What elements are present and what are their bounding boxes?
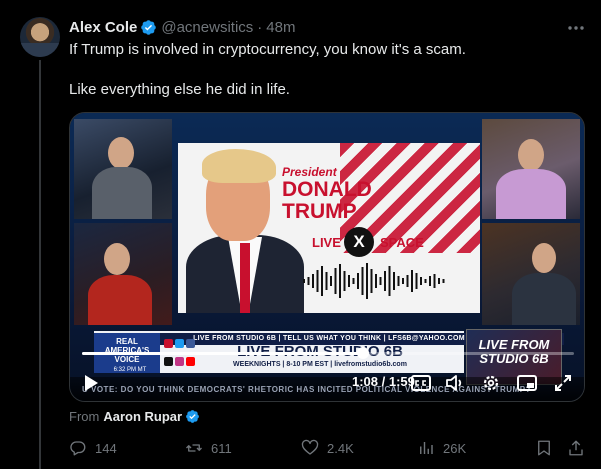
share-button[interactable] bbox=[567, 438, 593, 458]
author-handle[interactable]: @acnewsitics bbox=[161, 19, 253, 36]
settings-icon bbox=[483, 375, 499, 391]
bookmark-button[interactable] bbox=[535, 438, 561, 458]
pip-icon bbox=[517, 375, 537, 391]
reply-count: 144 bbox=[95, 440, 117, 456]
author-name[interactable]: Alex Cole bbox=[69, 19, 137, 36]
play-icon bbox=[85, 375, 98, 391]
host-body bbox=[496, 169, 566, 219]
social-icon bbox=[175, 357, 184, 366]
source-attribution: From Aaron Rupar bbox=[69, 409, 200, 424]
from-label: From bbox=[69, 409, 100, 424]
fullscreen-icon bbox=[555, 375, 571, 391]
volume-icon bbox=[446, 375, 462, 391]
graphic-first-name: DONALD bbox=[282, 178, 372, 201]
audio-waveform bbox=[303, 263, 445, 299]
graphic-space-label: SPACE bbox=[380, 235, 424, 250]
like-button[interactable]: 2.4K bbox=[301, 438, 354, 458]
host-panel-bottom-left bbox=[74, 223, 172, 325]
post-text-line-2: Like everything else he did in life. bbox=[69, 81, 290, 98]
portrait-hair bbox=[202, 149, 276, 183]
post-header: Alex Cole @acnewsitics · 48m bbox=[69, 17, 295, 37]
timecode: 1:08 / 1:59 bbox=[352, 374, 415, 389]
show-subtitle: WEEKNIGHTS | 8-10 PM EST | livefromstudi… bbox=[233, 361, 407, 368]
host-body bbox=[512, 273, 576, 325]
social-icons bbox=[164, 339, 200, 373]
graphic-last-name: TRUMP bbox=[282, 200, 357, 223]
volume-button[interactable] bbox=[444, 372, 466, 394]
like-icon bbox=[301, 439, 319, 455]
post-text-line-1: If Trump is involved in cryptocurrency, … bbox=[69, 41, 466, 58]
studio-logo-line-1: LIVE FROM bbox=[478, 337, 550, 352]
bookmark-icon bbox=[538, 440, 550, 456]
network-clock: 6:32 PM MT bbox=[113, 367, 147, 373]
captions-button[interactable] bbox=[410, 372, 432, 394]
views-button[interactable]: 26K bbox=[417, 438, 466, 458]
picture-in-picture-button[interactable] bbox=[516, 372, 538, 394]
x-space-graphic: President DONALD TRUMP LIVE X SPACE bbox=[178, 143, 480, 313]
more-icon[interactable] bbox=[566, 18, 586, 38]
source-author-link[interactable]: Aaron Rupar bbox=[103, 409, 182, 424]
video-player[interactable]: President DONALD TRUMP LIVE X SPACE LIVE… bbox=[69, 112, 585, 402]
share-icon bbox=[569, 440, 583, 456]
repost-icon bbox=[186, 444, 202, 452]
graphic-live-label: LIVE bbox=[312, 235, 341, 250]
portrait-tie bbox=[240, 243, 250, 313]
social-icon bbox=[164, 339, 173, 348]
repost-count: 611 bbox=[211, 440, 232, 456]
reply-button[interactable]: 144 bbox=[69, 438, 117, 458]
host-head bbox=[532, 243, 556, 273]
post-time[interactable]: 48m bbox=[266, 19, 295, 36]
host-panel-bottom-right bbox=[482, 223, 580, 325]
host-head bbox=[518, 139, 544, 171]
host-panel-top-right bbox=[482, 119, 580, 219]
host-head bbox=[108, 137, 134, 169]
post-card[interactable]: Alex Cole @acnewsitics · 48m If Trump is… bbox=[0, 0, 601, 469]
verified-badge-icon bbox=[141, 19, 157, 35]
progress-fill bbox=[82, 352, 363, 355]
play-button[interactable] bbox=[80, 372, 102, 394]
like-count: 2.4K bbox=[327, 440, 354, 456]
social-icon bbox=[186, 339, 195, 348]
host-body bbox=[88, 275, 152, 325]
social-icon bbox=[175, 339, 184, 348]
action-bar: 144 611 2.4K 26K bbox=[69, 438, 589, 458]
captions-icon bbox=[411, 375, 431, 391]
fullscreen-button[interactable] bbox=[552, 372, 574, 394]
host-panel-top-left bbox=[74, 119, 172, 219]
views-icon bbox=[420, 442, 433, 454]
host-body bbox=[92, 167, 152, 219]
repost-button[interactable]: 611 bbox=[185, 438, 232, 458]
x-logo-icon: X bbox=[344, 227, 374, 257]
host-head bbox=[104, 243, 130, 275]
progress-bar[interactable] bbox=[82, 347, 574, 359]
settings-button[interactable] bbox=[480, 372, 502, 394]
progress-scrubber[interactable] bbox=[356, 347, 369, 359]
avatar[interactable] bbox=[20, 17, 60, 57]
verified-badge-icon bbox=[186, 410, 199, 423]
thread-line bbox=[39, 60, 41, 469]
separator-dot: · bbox=[257, 18, 263, 36]
views-count: 26K bbox=[443, 440, 467, 456]
reply-icon bbox=[70, 441, 86, 456]
social-icon bbox=[186, 357, 195, 366]
social-icon bbox=[164, 357, 173, 366]
graphic-president-label: President bbox=[282, 165, 337, 179]
